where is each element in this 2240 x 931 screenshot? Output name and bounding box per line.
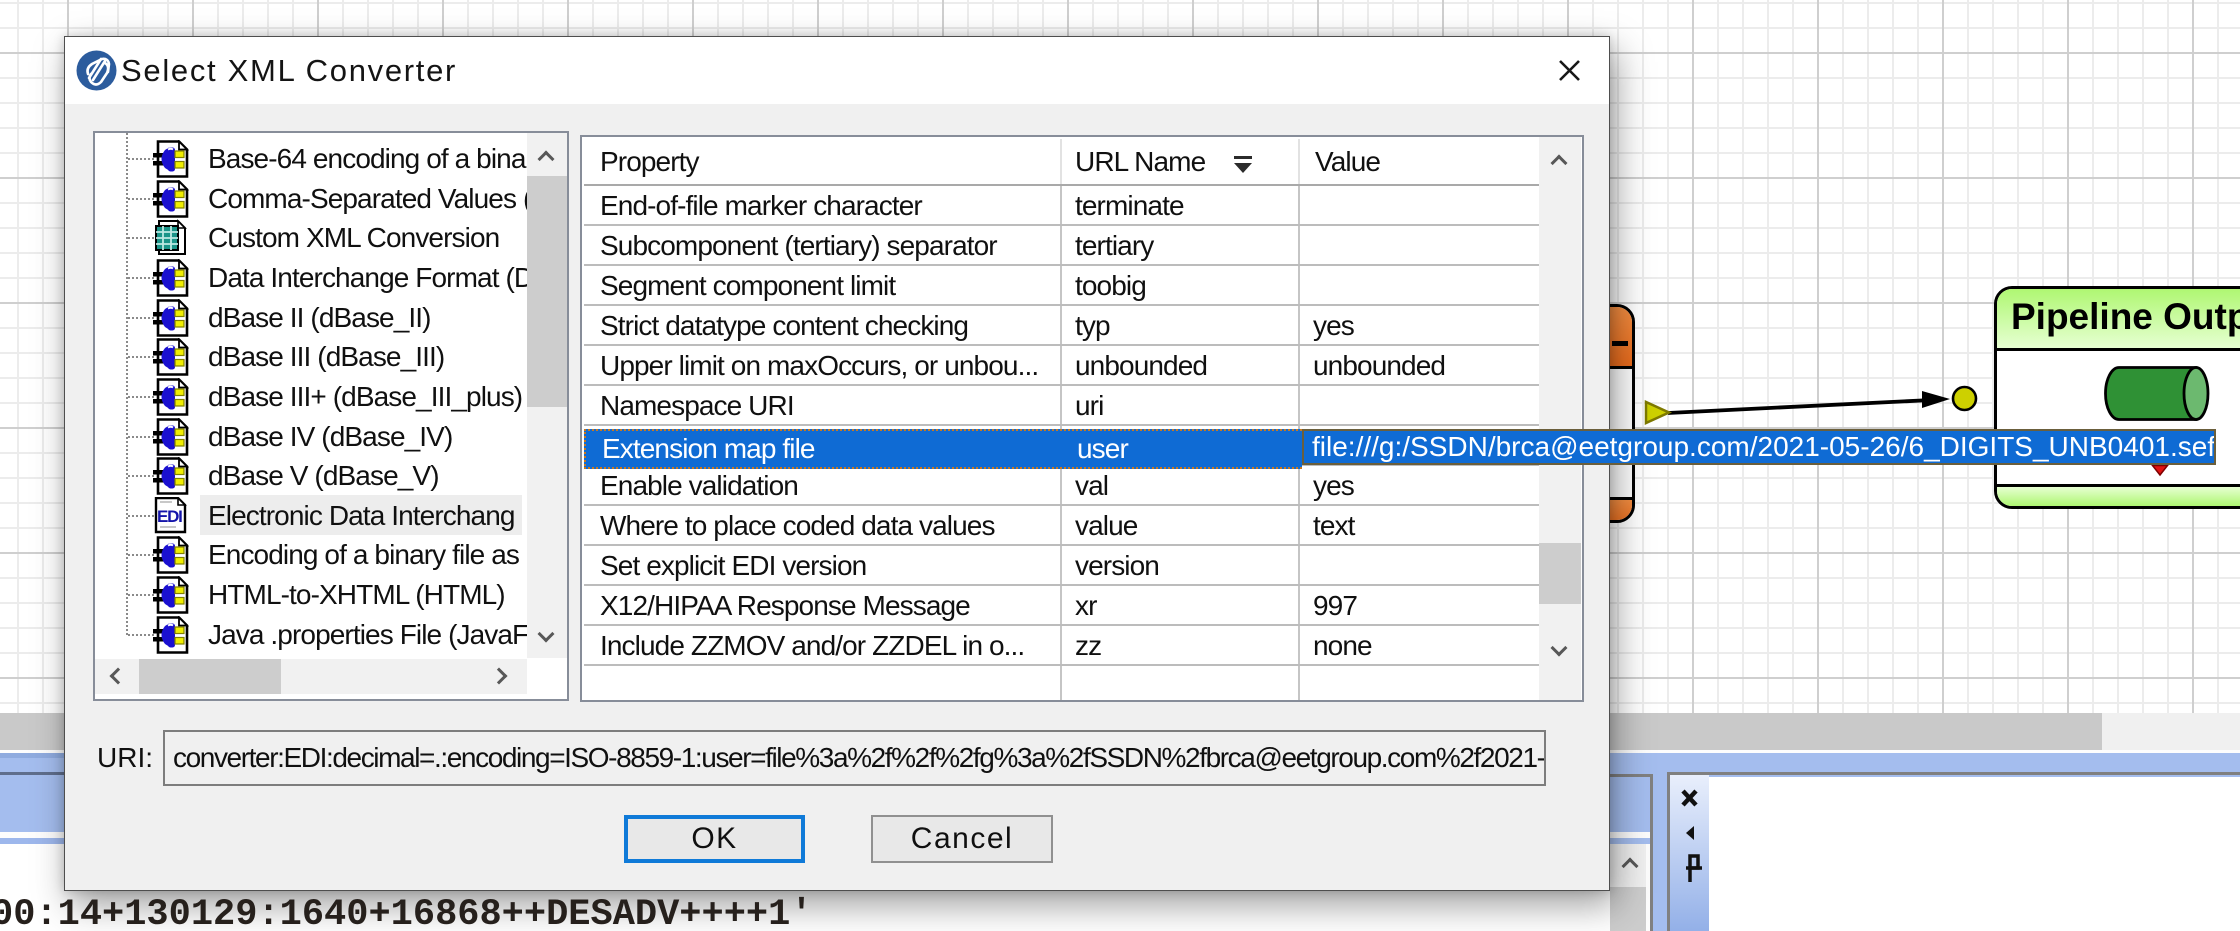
svg-text:EDI: EDI — [157, 507, 182, 526]
